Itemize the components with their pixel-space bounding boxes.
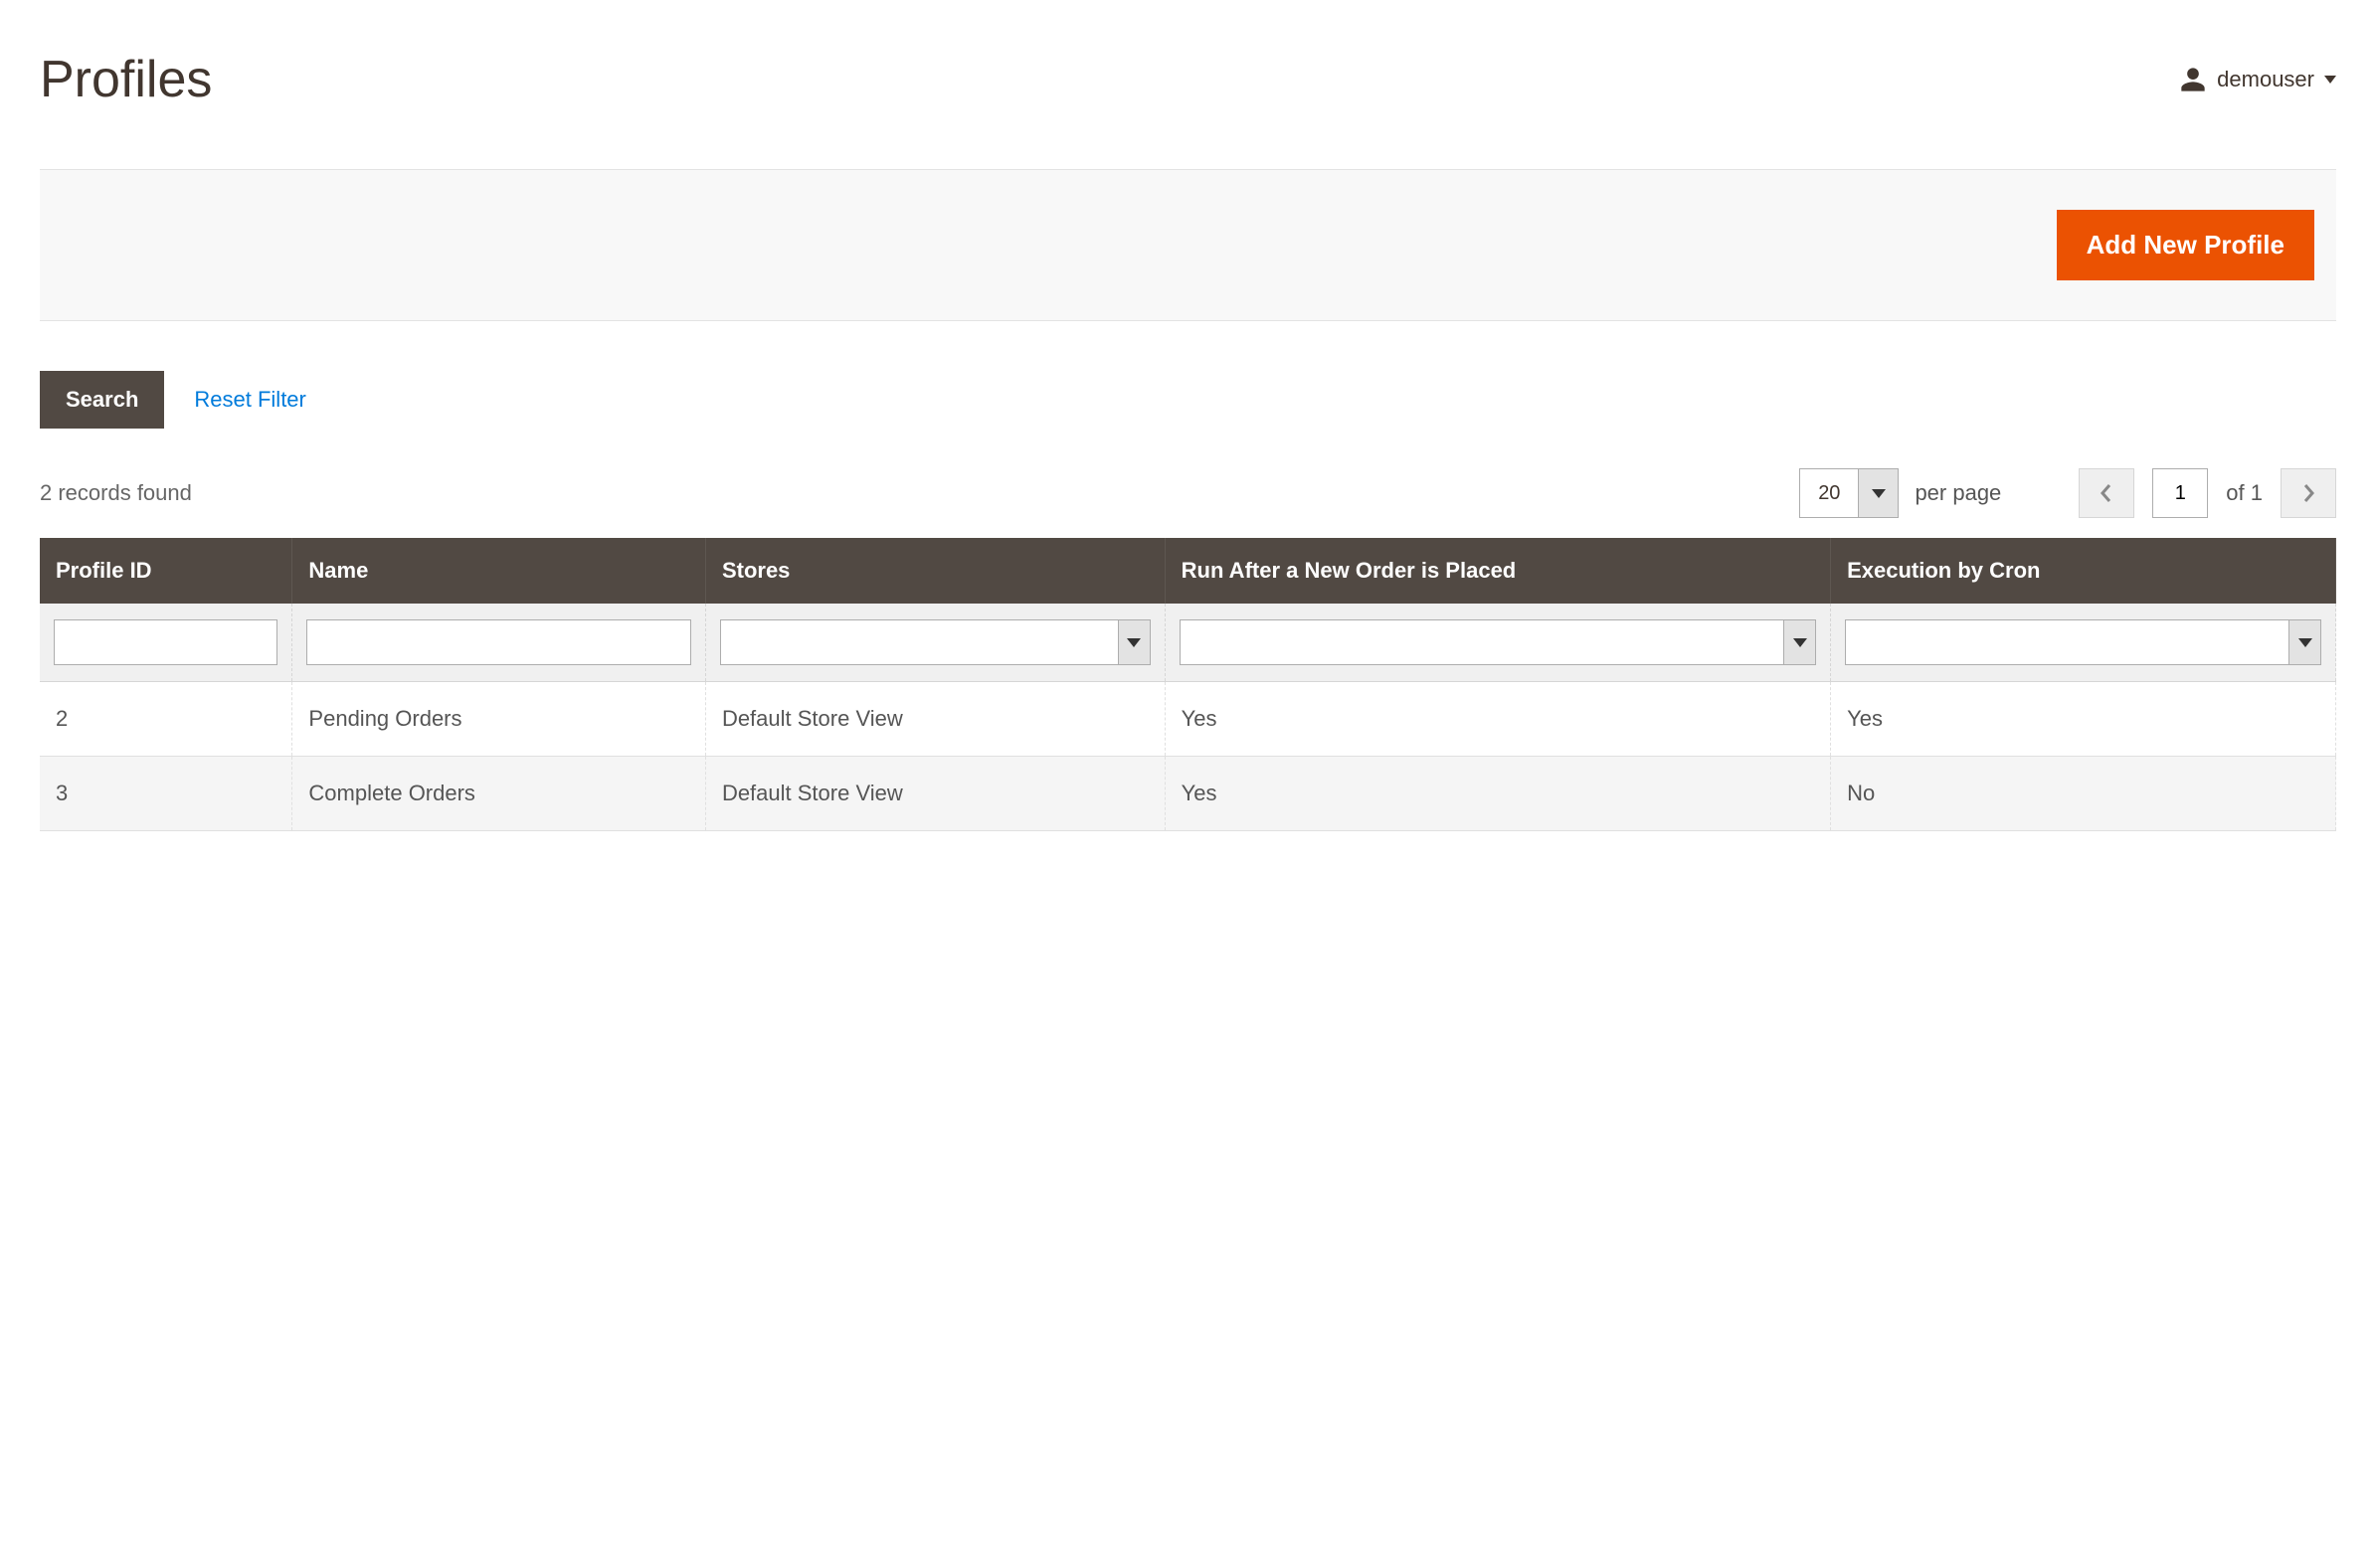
filter-name-input[interactable]	[306, 619, 691, 665]
per-page-label: per page	[1915, 480, 2001, 506]
search-button[interactable]: Search	[40, 371, 164, 429]
page-of-total: of 1	[2226, 480, 2263, 506]
filter-stores-select[interactable]	[720, 619, 1151, 665]
profiles-table: Profile ID Name Stores Run After a New O…	[40, 538, 2336, 831]
filter-run-after-order-select[interactable]	[1180, 619, 1816, 665]
col-header-profile-id[interactable]: Profile ID	[40, 538, 292, 604]
per-page-value: 20	[1800, 469, 1858, 517]
cell-name: Complete Orders	[292, 757, 706, 831]
table-header-row: Profile ID Name Stores Run After a New O…	[40, 538, 2336, 604]
per-page-select[interactable]: 20	[1799, 468, 1899, 518]
col-header-stores[interactable]: Stores	[705, 538, 1165, 604]
page-title: Profiles	[40, 50, 212, 109]
user-menu[interactable]: demouser	[2179, 66, 2336, 93]
user-icon	[2179, 66, 2207, 93]
pager: of 1	[2079, 468, 2336, 518]
user-name: demouser	[2217, 67, 2314, 92]
filter-row	[40, 604, 2336, 682]
cell-exec-cron: No	[1831, 757, 2336, 831]
filter-profile-id-input[interactable]	[54, 619, 277, 665]
table-row[interactable]: 2 Pending Orders Default Store View Yes …	[40, 682, 2336, 757]
filter-bar: Search Reset Filter	[40, 371, 2336, 429]
add-new-profile-button[interactable]: Add New Profile	[2057, 210, 2314, 280]
cell-name: Pending Orders	[292, 682, 706, 757]
prev-page-button[interactable]	[2079, 468, 2134, 518]
page-input[interactable]	[2152, 468, 2208, 518]
cell-run-after-order: Yes	[1165, 682, 1830, 757]
col-header-run-after-order[interactable]: Run After a New Order is Placed	[1165, 538, 1830, 604]
cell-stores: Default Store View	[705, 757, 1165, 831]
reset-filter-link[interactable]: Reset Filter	[194, 387, 305, 413]
per-page-control: 20 per page	[1799, 468, 2001, 518]
controls-row: 2 records found 20 per page of 1	[40, 468, 2336, 518]
dropdown-icon	[2288, 620, 2320, 664]
caret-down-icon	[2324, 76, 2336, 84]
dropdown-icon	[1783, 620, 1815, 664]
page-header: Profiles demouser	[40, 30, 2336, 169]
next-page-button[interactable]	[2281, 468, 2336, 518]
controls-right: 20 per page of 1	[1799, 468, 2336, 518]
cell-run-after-order: Yes	[1165, 757, 1830, 831]
cell-profile-id: 3	[40, 757, 292, 831]
col-header-name[interactable]: Name	[292, 538, 706, 604]
records-found: 2 records found	[40, 480, 192, 506]
per-page-dropdown-icon	[1858, 469, 1898, 517]
table-row[interactable]: 3 Complete Orders Default Store View Yes…	[40, 757, 2336, 831]
cell-stores: Default Store View	[705, 682, 1165, 757]
cell-exec-cron: Yes	[1831, 682, 2336, 757]
cell-profile-id: 2	[40, 682, 292, 757]
col-header-exec-cron[interactable]: Execution by Cron	[1831, 538, 2336, 604]
action-bar: Add New Profile	[40, 169, 2336, 321]
filter-exec-cron-select[interactable]	[1845, 619, 2321, 665]
dropdown-icon	[1118, 620, 1150, 664]
